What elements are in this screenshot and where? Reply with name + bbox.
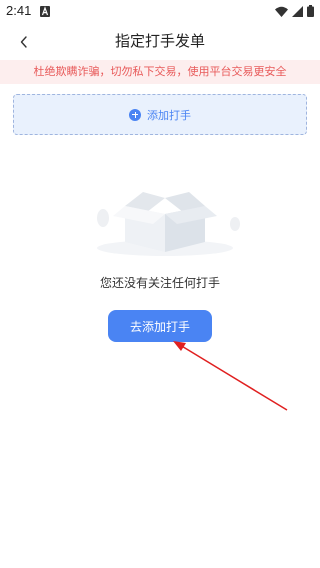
status-icons	[275, 5, 314, 17]
go-add-player-button[interactable]: 去添加打手	[108, 310, 212, 342]
page-title: 指定打手发单	[114, 32, 205, 50]
signal-icon	[292, 5, 303, 17]
empty-message: 您还没有关注任何打手	[99, 276, 220, 290]
status-time: 2:41	[6, 3, 32, 18]
wifi-icon	[275, 6, 288, 17]
add-player-box[interactable]: 添加打手	[13, 94, 307, 135]
empty-box-icon	[97, 192, 240, 256]
status-bar: 2:41	[0, 0, 320, 24]
nav-bar: 指定打手发单	[0, 24, 320, 60]
plus-circle-icon	[129, 108, 141, 121]
add-player-label: 添加打手	[147, 108, 191, 122]
warning-banner: 杜绝欺瞒诈骗，切勿私下交易，使用平台交易更安全	[0, 60, 320, 84]
a-letter-icon	[40, 6, 50, 17]
battery-icon	[307, 5, 314, 17]
